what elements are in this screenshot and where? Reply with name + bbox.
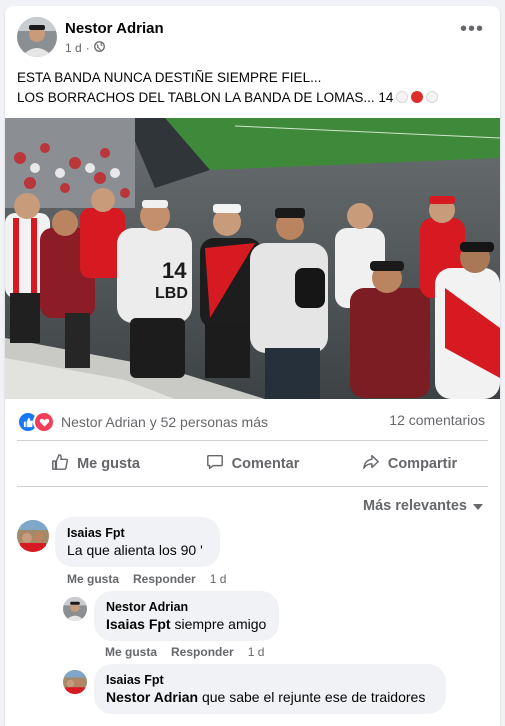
post-card: Nestor Adrian 1 d · ••• ESTA BANDA NUNCA…: [5, 6, 501, 726]
author-name[interactable]: Nestor Adrian: [65, 20, 164, 37]
reply-mention[interactable]: Isaias Fpt: [106, 616, 171, 632]
post-photo[interactable]: 14 LBD: [5, 118, 501, 399]
thumbs-up-icon: [51, 453, 69, 475]
meta-separator: ·: [85, 41, 90, 55]
author-avatar[interactable]: [17, 17, 57, 57]
comment-button[interactable]: Comentar: [174, 447, 331, 481]
comment-actions: Me gusta Responder 1 d: [67, 572, 226, 586]
reactions-summary[interactable]: Nestor Adrian y 52 personas más: [17, 411, 268, 433]
reply-author[interactable]: Isaias Fpt: [106, 672, 434, 688]
share-button[interactable]: Compartir: [331, 447, 488, 481]
shirt-number: 14: [162, 258, 187, 283]
comment-author[interactable]: Isaias Fpt: [67, 525, 208, 541]
post-text-line-2: LOS BORRACHOS DEL TABLON LA BANDA DE LOM…: [17, 88, 487, 108]
reply-text: Nestor Adrian que sabe el rejunte ese de…: [106, 689, 426, 705]
comment-like-link[interactable]: Me gusta: [67, 572, 119, 586]
comment-time[interactable]: 1 d: [210, 572, 227, 586]
like-button[interactable]: Me gusta: [17, 447, 174, 481]
reply-actions: Me gusta Responder 1 d: [105, 645, 264, 659]
reply-like-link[interactable]: Me gusta: [105, 645, 157, 659]
commenter-avatar[interactable]: [17, 520, 49, 552]
reply-text: Isaias Fpt siempre amigo: [106, 616, 267, 632]
red-circle-icon: [411, 91, 424, 103]
comment-sort-label: Más relevantes: [363, 498, 467, 514]
love-reaction-icon: [33, 411, 55, 433]
divider: [17, 440, 488, 441]
reply-mention[interactable]: Nestor Adrian: [106, 689, 198, 705]
share-arrow-icon: [362, 453, 380, 475]
comment-button-label: Comentar: [231, 456, 300, 472]
post-meta: 1 d ·: [65, 41, 105, 55]
reply-bubble: Isaias Fpt Nestor Adrian que sabe el rej…: [94, 664, 446, 714]
speech-bubble-icon: [206, 453, 224, 475]
reply-author-avatar[interactable]: [63, 597, 87, 621]
white-circle-icon: [396, 91, 409, 103]
post-text: ESTA BANDA NUNCA DESTIÑE SIEMPRE FIEL...…: [17, 68, 487, 108]
post-time[interactable]: 1 d: [65, 41, 82, 55]
reply-author[interactable]: Nestor Adrian: [106, 599, 267, 615]
shirt-letters: LBD: [155, 285, 188, 302]
reply-author-avatar[interactable]: [63, 670, 87, 694]
crowd-photo-illustration: 14 LBD: [5, 118, 501, 399]
reply-bubble: Nestor Adrian Isaias Fpt siempre amigo: [94, 591, 279, 641]
divider: [17, 486, 488, 487]
reply-reply-link[interactable]: Responder: [171, 645, 234, 659]
post-text-line-1: ESTA BANDA NUNCA DESTIÑE SIEMPRE FIEL...: [17, 70, 322, 85]
comment-text: La que alienta los 90 ': [67, 542, 203, 558]
more-options-button[interactable]: •••: [460, 19, 484, 39]
white-circle-icon: [426, 91, 439, 103]
globe-icon: [93, 41, 105, 55]
post-actions-bar: Me gusta Comentar Compartir: [17, 447, 488, 481]
caret-down-icon: [473, 498, 483, 514]
like-button-label: Me gusta: [77, 456, 140, 472]
reactions-text: Nestor Adrian y 52 personas más: [61, 414, 268, 430]
comment-reply-link[interactable]: Responder: [133, 572, 196, 586]
comment-bubble: Isaias Fpt La que alienta los 90 ': [55, 517, 220, 567]
comment-sort-dropdown[interactable]: Más relevantes: [363, 498, 483, 514]
share-button-label: Compartir: [387, 456, 458, 472]
reply-time[interactable]: 1 d: [248, 645, 265, 659]
comments-count[interactable]: 12 comentarios: [389, 412, 485, 428]
